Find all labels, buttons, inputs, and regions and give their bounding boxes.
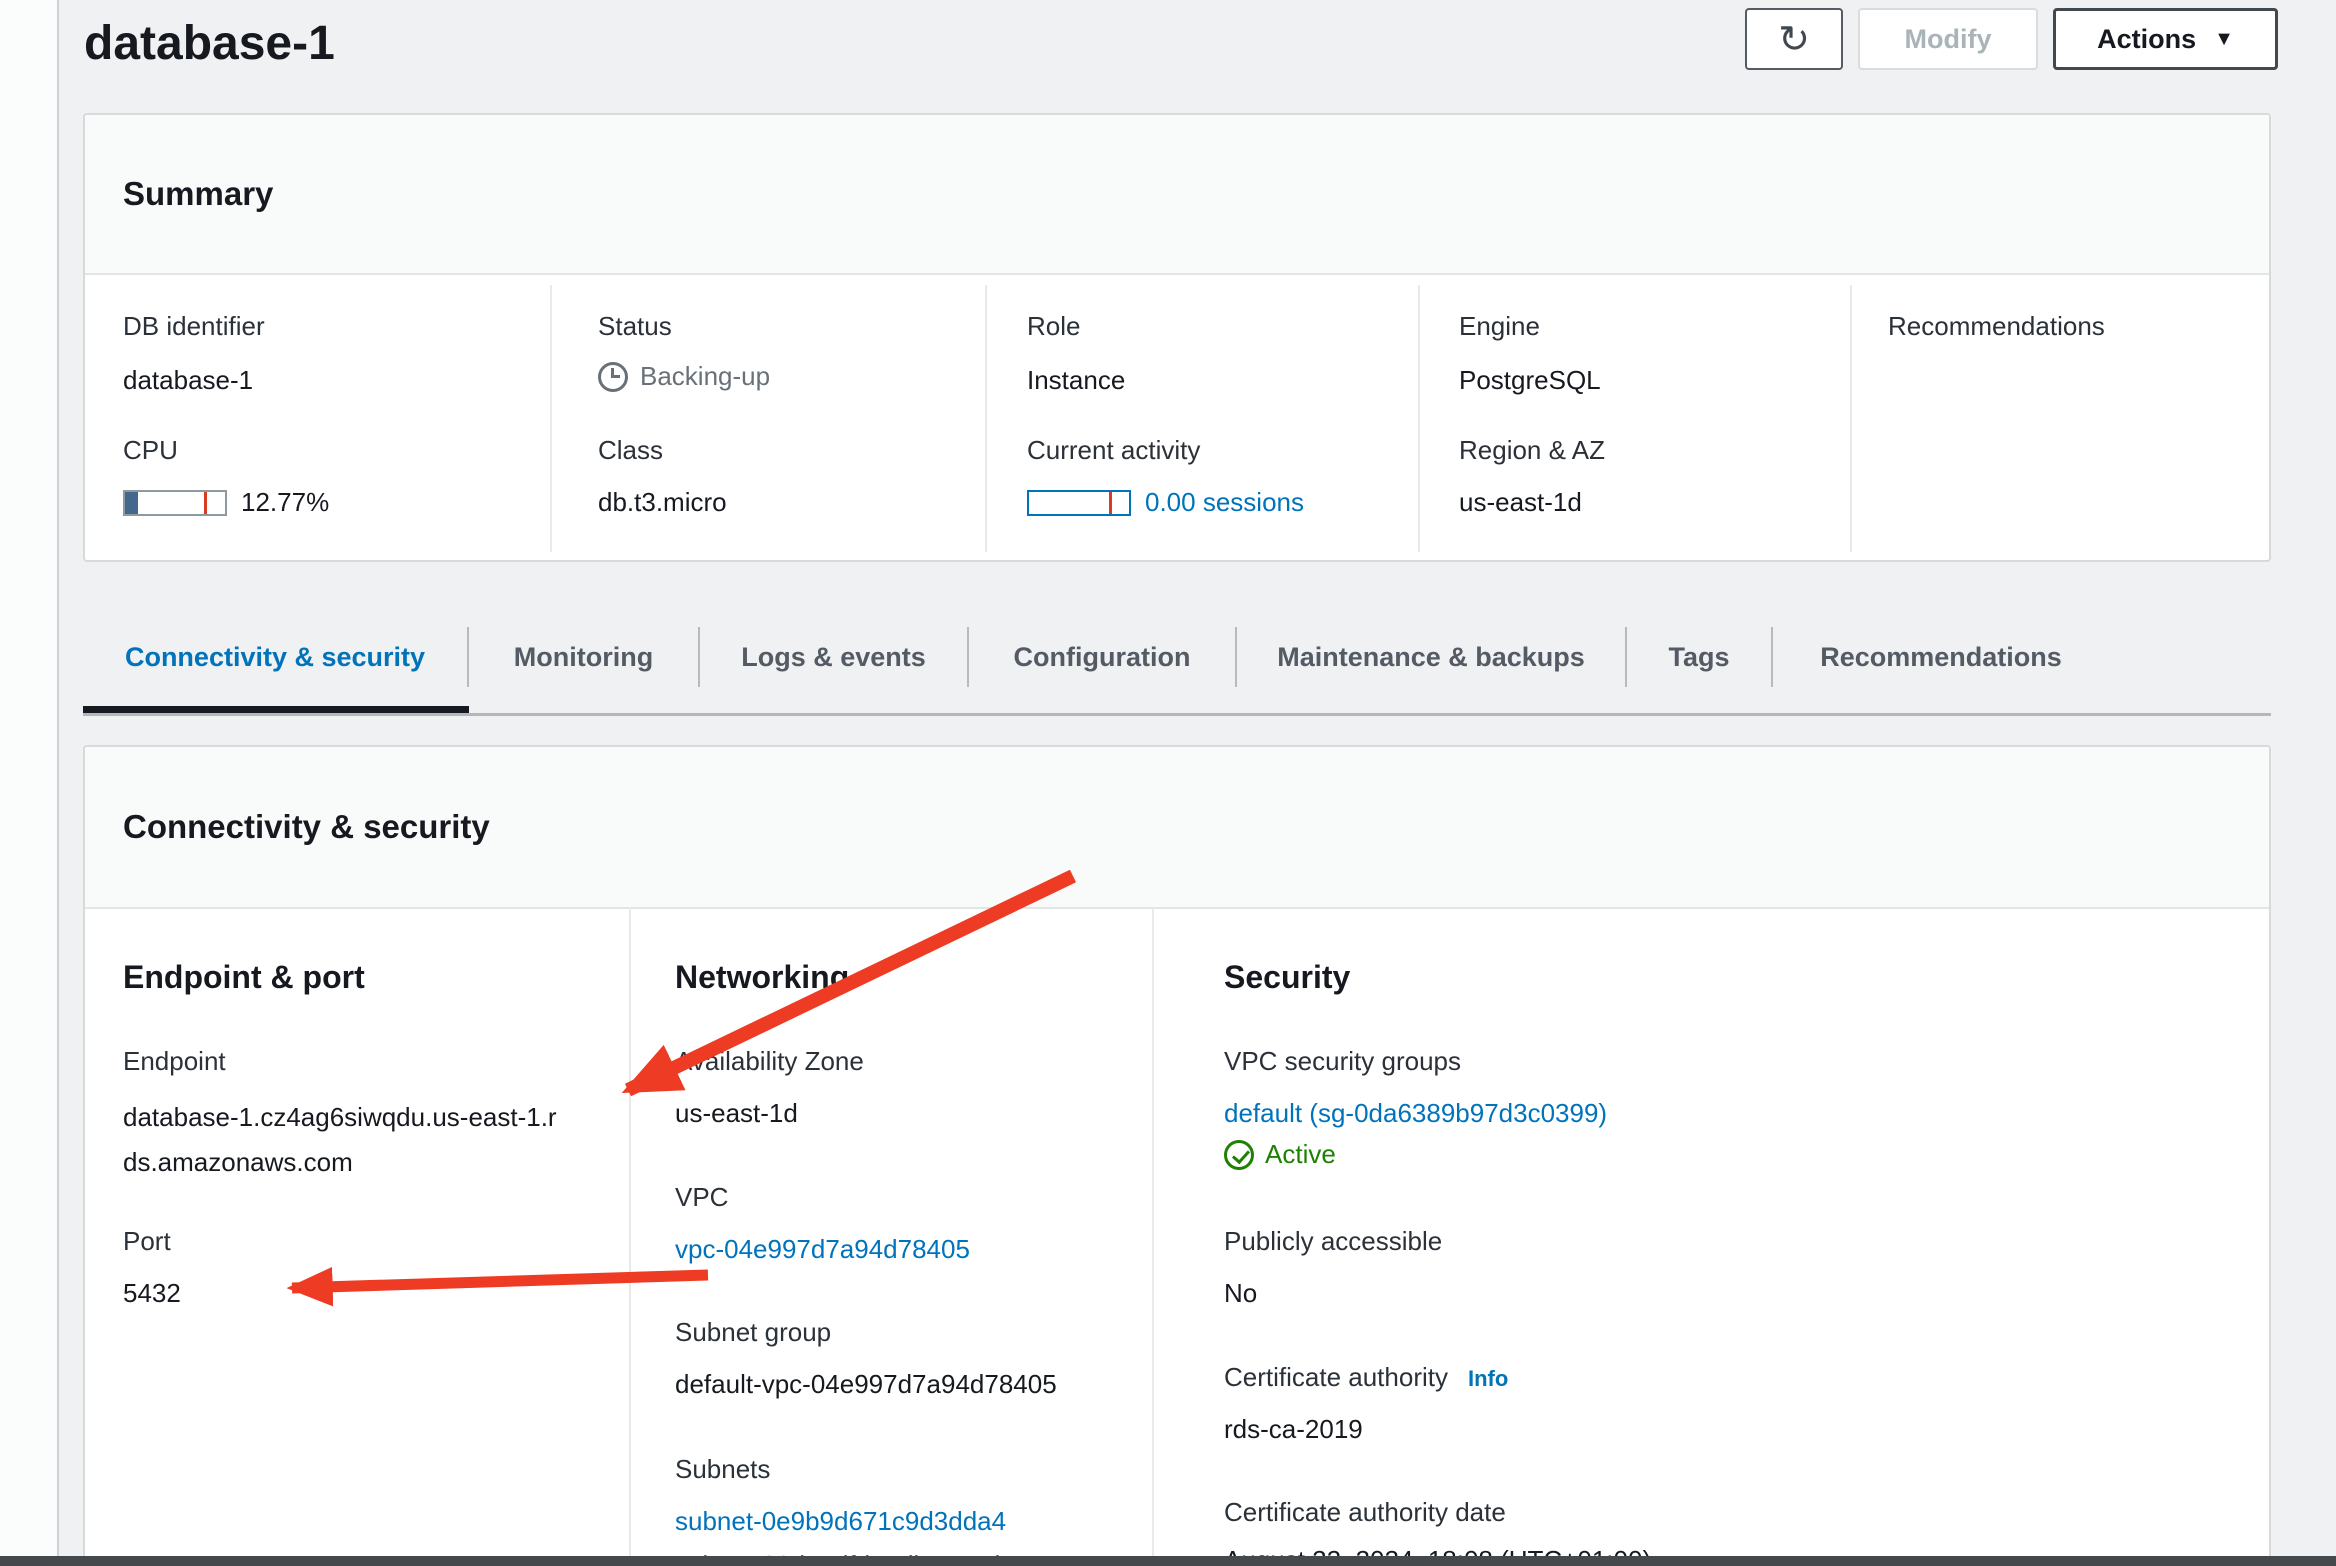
refresh-icon: ↻ bbox=[1778, 17, 1810, 62]
summary-title: Summary bbox=[123, 175, 273, 213]
tab-recommendations[interactable]: Recommendations bbox=[1773, 627, 2109, 687]
networking-heading: Networking bbox=[675, 959, 849, 996]
sg-status-value: Active bbox=[1265, 1139, 1336, 1170]
security-group-link[interactable]: default (sg-0da6389b97d3c0399) bbox=[1224, 1098, 1607, 1129]
divider bbox=[1850, 285, 1852, 552]
subnets-label: Subnets bbox=[675, 1454, 770, 1485]
region-az-label: Region & AZ bbox=[1459, 435, 1605, 466]
cpu-value: 12.77% bbox=[241, 487, 329, 518]
cpu-threshold-tick bbox=[204, 492, 207, 514]
vpc-link[interactable]: vpc-04e997d7a94d78405 bbox=[675, 1234, 970, 1265]
connectivity-panel-title: Connectivity & security bbox=[123, 808, 490, 846]
class-value: db.t3.micro bbox=[598, 487, 727, 518]
port-value: 5432 bbox=[123, 1278, 181, 1309]
engine-label: Engine bbox=[1459, 311, 1540, 342]
divider bbox=[629, 907, 631, 1566]
chevron-down-icon: ▼ bbox=[2214, 28, 2234, 51]
role-value: Instance bbox=[1027, 365, 1125, 396]
current-activity-row: 0.00 sessions bbox=[1027, 487, 1304, 518]
sessions-bar bbox=[1027, 490, 1131, 516]
rds-instance-page: database-1 ↻ Modify Actions ▼ Summary DB… bbox=[0, 0, 2336, 1566]
class-label: Class bbox=[598, 435, 663, 466]
bottom-window-edge bbox=[0, 1556, 2336, 1566]
modify-button[interactable]: Modify bbox=[1858, 8, 2038, 70]
modify-button-label: Modify bbox=[1905, 24, 1992, 55]
tab-monitoring[interactable]: Monitoring bbox=[469, 627, 700, 687]
sessions-link[interactable]: 0.00 sessions bbox=[1145, 487, 1304, 518]
recommendations-label: Recommendations bbox=[1888, 311, 2105, 342]
divider bbox=[985, 285, 987, 552]
tab-connectivity-security[interactable]: Connectivity & security bbox=[83, 627, 469, 687]
detail-tabs: Connectivity & security Monitoring Logs … bbox=[83, 627, 2109, 687]
actions-button-label: Actions bbox=[2097, 24, 2196, 55]
availability-zone-value: us-east-1d bbox=[675, 1098, 798, 1129]
endpoint-port-heading: Endpoint & port bbox=[123, 959, 365, 996]
summary-panel: Summary DB identifier database-1 CPU 12.… bbox=[83, 113, 2271, 562]
tabs-baseline bbox=[83, 713, 2271, 716]
actions-button[interactable]: Actions ▼ bbox=[2053, 8, 2278, 70]
certificate-authority-row: Certificate authority Info bbox=[1224, 1362, 1508, 1393]
status-value-row: Backing-up bbox=[598, 361, 770, 392]
cpu-usage-row: 12.77% bbox=[123, 487, 329, 518]
subnet-group-label: Subnet group bbox=[675, 1317, 831, 1348]
sg-status-row: Active bbox=[1224, 1139, 1336, 1170]
vpc-security-groups-label: VPC security groups bbox=[1224, 1046, 1461, 1077]
cpu-usage-fill bbox=[125, 492, 138, 514]
summary-panel-header: Summary bbox=[85, 115, 2269, 275]
engine-value: PostgreSQL bbox=[1459, 365, 1601, 396]
connectivity-security-panel: Connectivity & security Endpoint & port … bbox=[83, 745, 2271, 1566]
page-title: database-1 bbox=[84, 16, 335, 71]
current-activity-label: Current activity bbox=[1027, 435, 1200, 466]
refresh-button[interactable]: ↻ bbox=[1745, 8, 1843, 70]
certificate-authority-value: rds-ca-2019 bbox=[1224, 1414, 1363, 1445]
subnet-group-value: default-vpc-04e997d7a94d78405 bbox=[675, 1369, 1057, 1400]
role-label: Role bbox=[1027, 311, 1080, 342]
certificate-authority-date-label: Certificate authority date bbox=[1224, 1497, 1506, 1528]
certificate-authority-label: Certificate authority bbox=[1224, 1362, 1448, 1392]
endpoint-label: Endpoint bbox=[123, 1046, 226, 1077]
info-link[interactable]: Info bbox=[1468, 1366, 1508, 1391]
db-identifier-value: database-1 bbox=[123, 365, 253, 396]
active-tab-underline bbox=[83, 706, 469, 713]
vpc-label: VPC bbox=[675, 1182, 728, 1213]
security-heading: Security bbox=[1224, 959, 1350, 996]
cpu-usage-bar bbox=[123, 490, 227, 516]
subnet-link-1[interactable]: subnet-0e9b9d671c9d3dda4 bbox=[675, 1506, 1006, 1537]
check-circle-icon bbox=[1224, 1140, 1254, 1170]
region-az-value: us-east-1d bbox=[1459, 487, 1582, 518]
divider bbox=[550, 285, 552, 552]
status-value: Backing-up bbox=[640, 361, 770, 392]
left-rail bbox=[0, 0, 59, 1566]
publicly-accessible-label: Publicly accessible bbox=[1224, 1226, 1442, 1257]
status-label: Status bbox=[598, 311, 672, 342]
tab-logs-events[interactable]: Logs & events bbox=[700, 627, 969, 687]
db-identifier-label: DB identifier bbox=[123, 311, 265, 342]
sessions-threshold-tick bbox=[1109, 492, 1112, 514]
publicly-accessible-value: No bbox=[1224, 1278, 1257, 1309]
tab-maintenance-backups[interactable]: Maintenance & backups bbox=[1237, 627, 1627, 687]
tab-configuration[interactable]: Configuration bbox=[969, 627, 1237, 687]
port-label: Port bbox=[123, 1226, 171, 1257]
clock-icon bbox=[598, 362, 628, 392]
endpoint-value: database-1.cz4ag6siwqdu.us-east-1.rds.am… bbox=[123, 1095, 563, 1185]
divider bbox=[1418, 285, 1420, 552]
divider bbox=[1152, 907, 1154, 1566]
availability-zone-label: Availability Zone bbox=[675, 1046, 864, 1077]
tab-tags[interactable]: Tags bbox=[1627, 627, 1773, 687]
connectivity-panel-header: Connectivity & security bbox=[85, 747, 2269, 909]
cpu-label: CPU bbox=[123, 435, 178, 466]
